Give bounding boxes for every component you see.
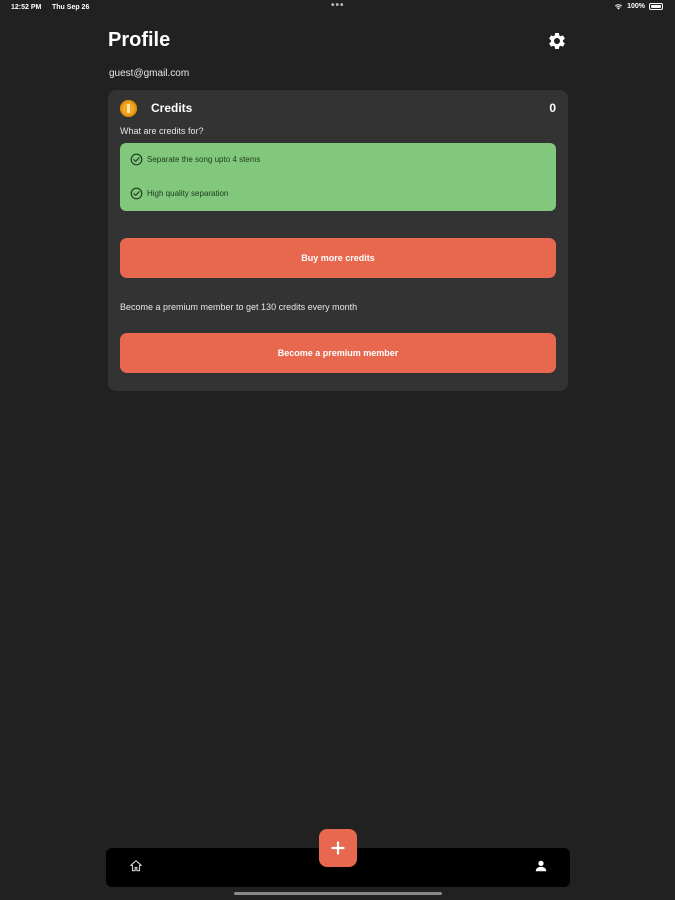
credits-count: 0 — [549, 101, 556, 115]
buy-credits-button[interactable]: Buy more credits — [120, 238, 556, 278]
become-premium-button[interactable]: Become a premium member — [120, 333, 556, 373]
status-bar: 12:52 PM Thu Sep 26 ••• 100% — [0, 0, 675, 18]
user-email: guest@gmail.com — [109, 68, 190, 79]
credits-card: Credits 0 What are credits for? Separate… — [108, 90, 568, 391]
credits-question: What are credits for? — [120, 126, 204, 136]
premium-info-text: Become a premium member to get 130 credi… — [120, 302, 358, 312]
person-icon[interactable] — [534, 859, 548, 873]
battery-icon — [649, 3, 663, 10]
status-date: Thu Sep 26 — [52, 4, 90, 11]
wifi-icon — [614, 4, 623, 10]
feature-label: High quality separation — [147, 189, 229, 198]
multitasking-dots[interactable]: ••• — [331, 0, 345, 11]
battery-percent: 100% — [627, 3, 645, 10]
plus-icon — [331, 841, 345, 855]
page-title: Profile — [108, 29, 171, 51]
check-circle-icon — [130, 187, 143, 200]
gear-icon[interactable] — [547, 31, 567, 51]
credits-title: Credits — [151, 101, 193, 115]
check-circle-icon — [130, 153, 143, 166]
feature-item: High quality separation — [130, 187, 228, 200]
coin-icon — [120, 100, 137, 117]
add-button[interactable] — [319, 829, 357, 867]
status-right: 100% — [614, 3, 663, 10]
home-icon[interactable] — [129, 859, 143, 873]
feature-label: Separate the song upto 4 stems — [147, 155, 261, 164]
feature-item: Separate the song upto 4 stems — [130, 153, 260, 166]
status-time: 12:52 PM — [11, 4, 42, 11]
credits-features-box: Separate the song upto 4 stems High qual… — [120, 143, 556, 211]
home-indicator[interactable] — [234, 892, 442, 895]
